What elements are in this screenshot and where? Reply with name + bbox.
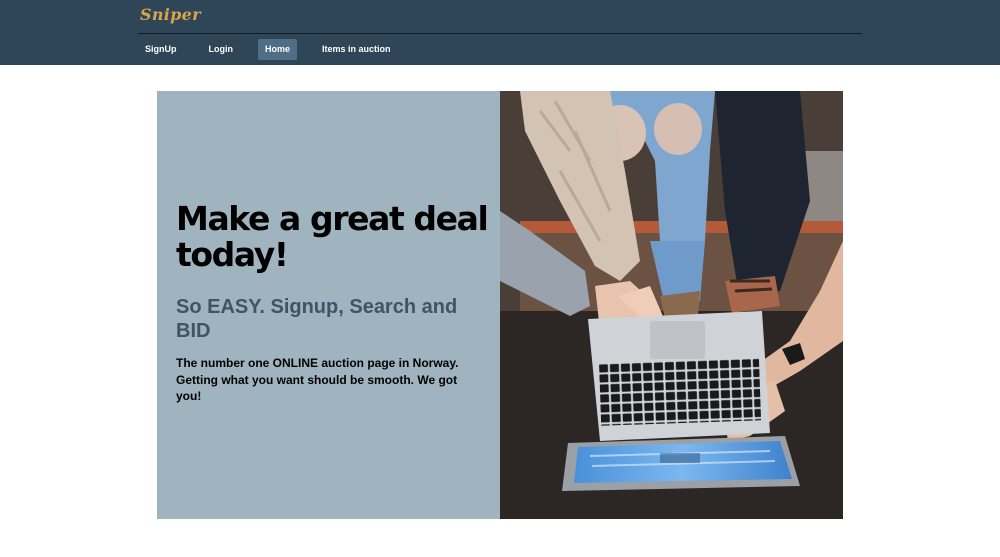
hero-text-panel: Make a great deal today! So EASY. Signup… bbox=[157, 91, 500, 519]
nav-home-link[interactable]: Home bbox=[258, 39, 298, 60]
navbar-divider bbox=[138, 33, 862, 34]
hero-description: The number one ONLINE auction page in No… bbox=[176, 356, 459, 403]
nav-signup-link[interactable]: SignUp bbox=[138, 39, 184, 60]
main-nav: SignUp Login Home Items in auction bbox=[138, 39, 416, 60]
laptop-photo-illustration bbox=[500, 91, 843, 519]
top-navbar: Sniper SignUp Login Home Items in auctio… bbox=[0, 0, 1000, 65]
hero-section: Make a great deal today! So EASY. Signup… bbox=[157, 91, 843, 519]
hero-subheadline: So EASY. Signup, Search and BID bbox=[176, 296, 458, 342]
hero-headline: Make a great deal today! bbox=[176, 199, 489, 274]
nav-login-link[interactable]: Login bbox=[202, 39, 241, 60]
nav-items-in-auction-link[interactable]: Items in auction bbox=[315, 39, 398, 60]
brand-logo[interactable]: Sniper bbox=[140, 5, 201, 24]
hero-laptop-photo bbox=[500, 91, 843, 519]
